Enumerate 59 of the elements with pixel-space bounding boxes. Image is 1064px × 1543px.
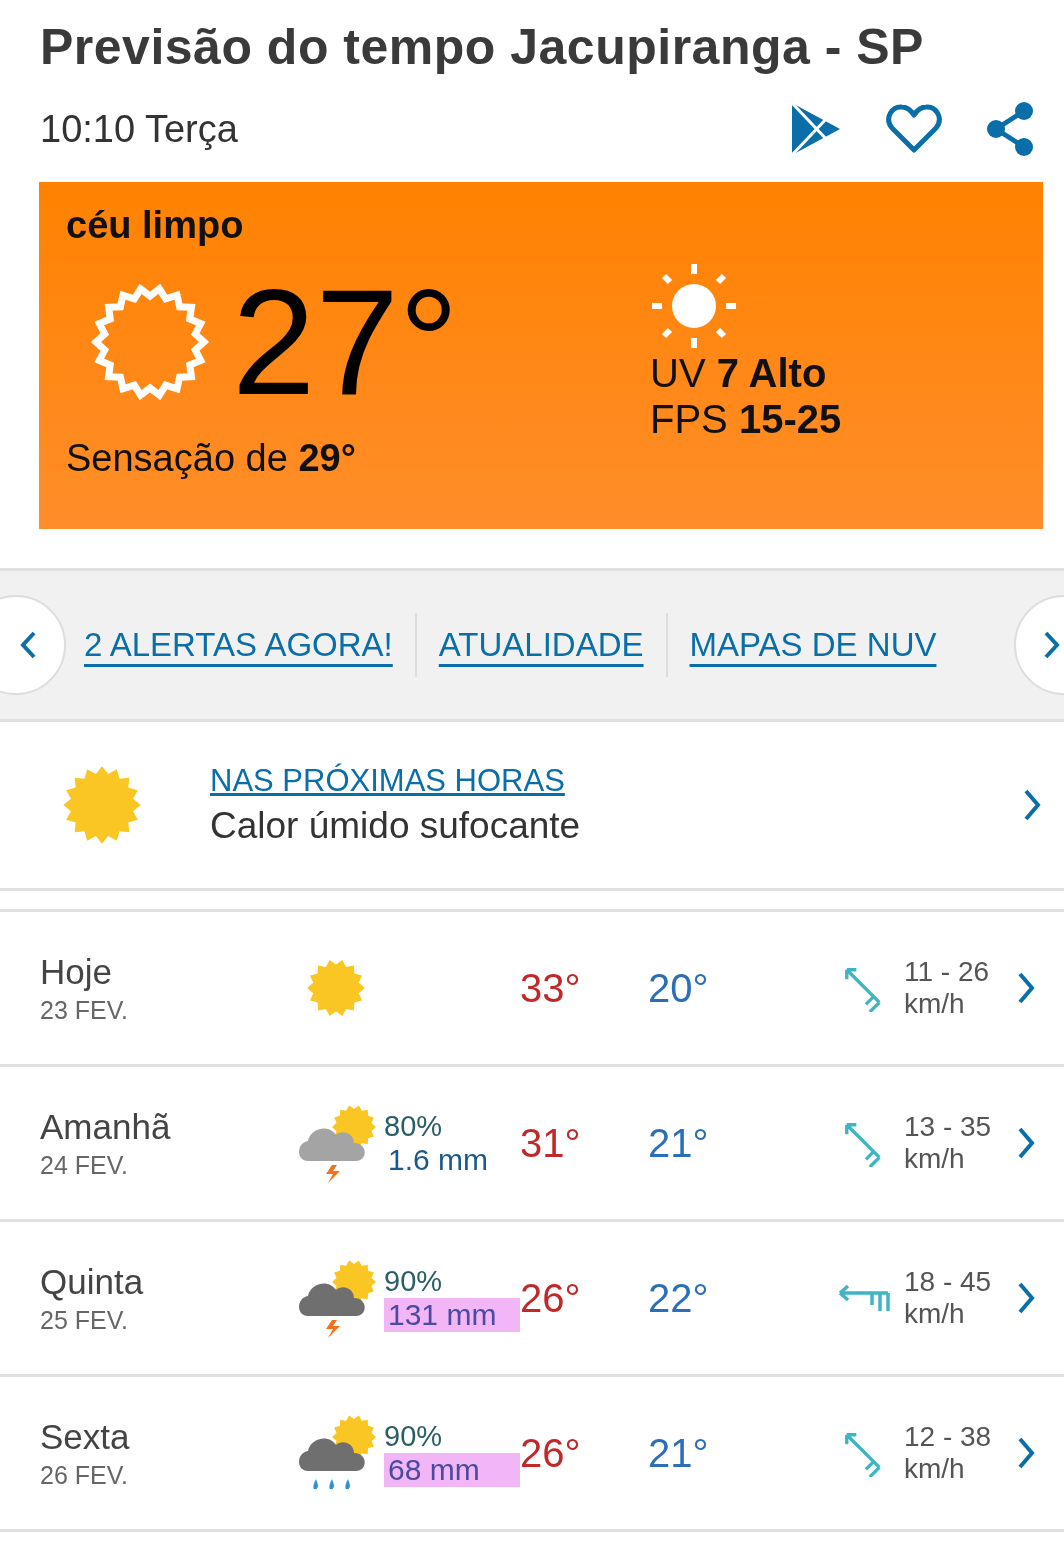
wind-arrow-icon [838,1283,892,1313]
max-temperature: 31° [520,1120,582,1166]
day-date: 25 FEV. [40,1305,130,1335]
chevron-left-icon [18,630,38,660]
wind-unit: km/h [904,988,966,1020]
nav-link[interactable]: ATUALIDADE [438,626,644,664]
rain-amount: 68 mm [384,1452,520,1487]
min-temperature: 20° [648,965,710,1011]
next-hours-link[interactable]: NAS PRÓXIMAS HORAS [210,763,1022,799]
max-temperature: 26° [520,1275,582,1321]
rain-probability: 90% [384,1264,444,1298]
wind-unit: km/h [904,1453,966,1485]
max-temperature: 33° [520,965,582,1011]
chevron-right-icon[interactable] [1016,971,1036,1005]
page-title: Previsão do tempo Jacupiranga - SP [39,18,925,76]
uv-sun-icon [650,262,738,350]
chevron-right-icon[interactable] [1016,1281,1036,1315]
chevron-right-icon[interactable] [1016,1126,1036,1160]
sun-icon [90,282,210,402]
wind-speed: 18 - 45 [904,1266,993,1298]
feels-like: Sensação de 29° [66,437,357,480]
min-temperature: 22° [648,1275,710,1321]
day-name: Amanhã [40,1106,172,1147]
wind-speed: 13 - 35 [904,1111,993,1143]
nav-link[interactable]: 2 ALERTAS AGORA! [84,626,393,664]
max-temperature: 26° [520,1430,582,1476]
day-date: 24 FEV. [40,1150,130,1180]
date-time: 10:10 Terça [40,107,238,151]
wind-speed: 11 - 26 [904,956,991,988]
daily-forecast-row[interactable]: Amanhã 24 FEV. 80% 1.6 mm 31° 21° 13 - 35 km/h [0,1067,1064,1222]
day-date: 26 FEV. [40,1460,130,1490]
storm-cloud-icon [296,1103,376,1183]
chevron-right-icon[interactable] [1022,788,1042,822]
min-temperature: 21° [648,1120,710,1166]
day-name: Quinta [40,1261,145,1302]
wind-speed: 12 - 38 [904,1421,993,1453]
uv-index: UV 7 Alto [650,350,828,396]
min-temperature: 21° [648,1430,710,1476]
forecast-summary: Calor úmido sufocante [210,805,582,847]
chevron-right-icon[interactable] [1016,1436,1036,1470]
day-name: Hoje [40,951,113,992]
share-icon[interactable] [984,101,1036,157]
nav-link[interactable]: MAPAS DE NUV [689,626,937,664]
day-date: 23 FEV. [40,995,130,1025]
wind-unit: km/h [904,1298,966,1330]
rain-probability: 80% [384,1109,444,1143]
storm-cloud-icon [296,1258,376,1338]
rain-probability: 90% [384,1419,444,1453]
current-temperature: 27° [232,267,459,417]
wind-unit: km/h [904,1143,966,1175]
chevron-right-icon [1042,630,1062,660]
rain-amount: 131 mm [384,1297,520,1332]
daily-forecast-row[interactable]: Sexta 26 FEV. 90% 68 mm 26° 21° 12 - 38 km/h [0,1377,1064,1532]
sun-protection-factor: FPS 15-25 [650,396,842,442]
day-name: Sexta [40,1416,131,1457]
sky-condition: céu limpo [66,204,245,247]
rain-amount: 1.6 mm [387,1142,490,1177]
daily-forecast-row[interactable]: Hoje 23 FEV. 33° 20° 11 - 26 km/h [0,912,1064,1067]
heart-icon[interactable] [886,104,942,154]
